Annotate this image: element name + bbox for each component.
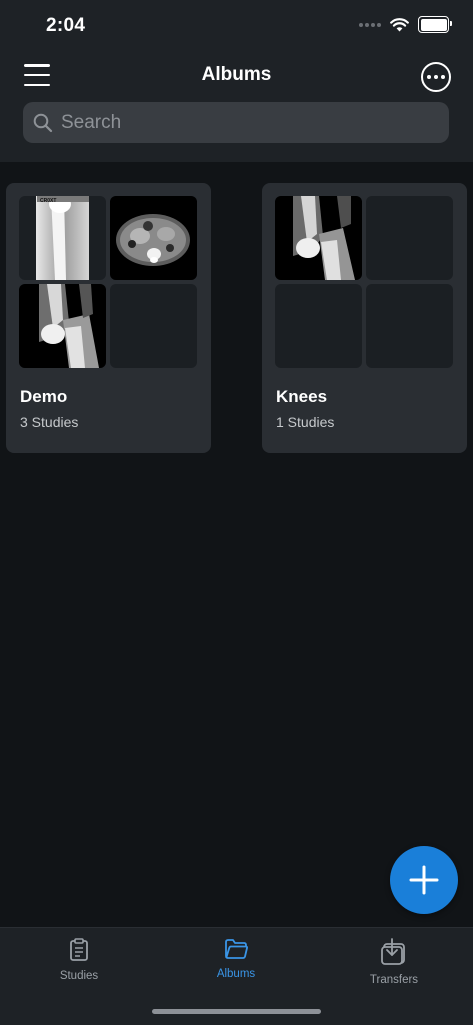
wifi-icon [390, 17, 409, 31]
empty-thumbnail [110, 284, 197, 368]
add-album-button[interactable] [390, 846, 458, 914]
empty-thumbnail [366, 284, 453, 368]
tab-label: Albums [216, 968, 256, 980]
empty-thumbnail [366, 196, 453, 280]
search-input[interactable] [59, 110, 433, 135]
page-title: Albums [201, 64, 272, 85]
clipboard-icon [70, 938, 88, 961]
tab-albums[interactable]: Albums [176, 938, 296, 980]
status-time: 2:04 [46, 15, 86, 36]
album-card-knees[interactable]: Knees 1 Studies [262, 183, 467, 453]
mri-knee-thumbnail [19, 284, 106, 368]
cellular-signal-icon [359, 22, 381, 27]
tab-label: Transfers [369, 974, 419, 986]
search-icon [33, 113, 53, 132]
ct-abdomen-thumbnail [110, 196, 197, 280]
more-options-icon[interactable] [421, 62, 451, 92]
status-icons [359, 16, 452, 33]
tab-transfers[interactable]: Transfers [334, 938, 454, 986]
tab-studies[interactable]: Studies [19, 938, 139, 982]
plus-icon [409, 865, 439, 895]
album-name: Demo [20, 387, 68, 406]
home-indicator[interactable] [152, 1009, 321, 1014]
album-study-count: 3 Studies [20, 414, 79, 430]
empty-thumbnail [275, 284, 362, 368]
xray-arm-thumbnail: CR0XT [19, 196, 106, 280]
search-bar[interactable] [23, 102, 449, 143]
album-name: Knees [276, 387, 328, 406]
album-card-demo[interactable]: CR0XT Demo 3 Studies [6, 183, 211, 453]
album-thumbnail-grid [275, 196, 453, 368]
xray-tag: CR0XT [40, 198, 57, 204]
download-tray-icon [381, 938, 405, 965]
mri-knee-thumbnail [275, 196, 362, 280]
tab-label: Studies [59, 970, 99, 982]
album-thumbnail-grid: CR0XT [19, 196, 197, 368]
album-study-count: 1 Studies [276, 414, 335, 430]
folder-icon [225, 939, 248, 959]
battery-icon [418, 16, 452, 33]
